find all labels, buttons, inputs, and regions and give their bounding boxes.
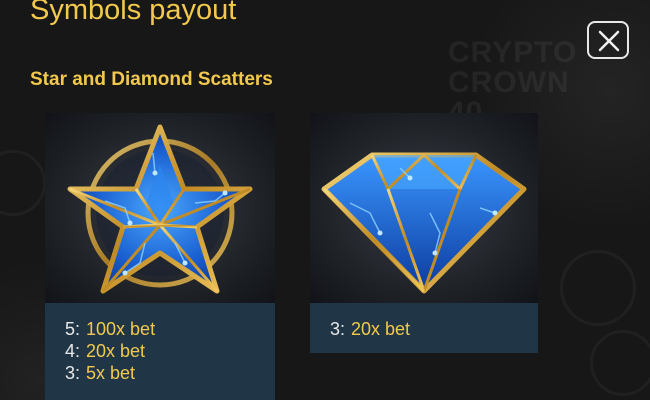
payout-row: 3: 20x bet: [330, 318, 410, 340]
symbol-count: 5:: [65, 319, 81, 339]
payout-value: 100x bet: [86, 319, 156, 339]
payout-list: 5: 100x bet 4: 20x bet 3: 5x bet: [65, 318, 155, 384]
payout-row: 5: 100x bet: [65, 318, 155, 340]
background-decoration: [590, 330, 650, 396]
background-decoration: [560, 250, 636, 326]
payout-value: 20x bet: [86, 341, 146, 361]
blue-crystal-star-icon: [67, 124, 253, 294]
symbol-image: [310, 113, 538, 303]
payout-list: 3: 20x bet: [330, 318, 410, 340]
symbol-count: 3:: [65, 363, 81, 383]
logo-line-2: CROWN: [448, 66, 570, 99]
close-button[interactable]: [587, 21, 629, 59]
symbol-card-diamond: 3: 20x bet: [310, 113, 538, 353]
page-title: Symbols payout: [30, 0, 237, 26]
blue-crystal-diamond-icon: [321, 152, 527, 294]
symbol-count: 4:: [65, 341, 81, 361]
section-title: Star and Diamond Scatters: [30, 69, 273, 90]
symbol-count: 3:: [330, 319, 346, 339]
close-x-icon: [598, 30, 620, 52]
symbol-image: [45, 113, 275, 303]
logo-line-1: CRYPTO: [448, 36, 578, 69]
payout-value: 5x bet: [86, 363, 136, 383]
payout-row: 3: 5x bet: [65, 362, 155, 384]
payout-row: 4: 20x bet: [65, 340, 155, 362]
symbol-card-star: 5: 100x bet 4: 20x bet 3: 5x bet: [45, 113, 275, 400]
payout-value: 20x bet: [351, 319, 411, 339]
